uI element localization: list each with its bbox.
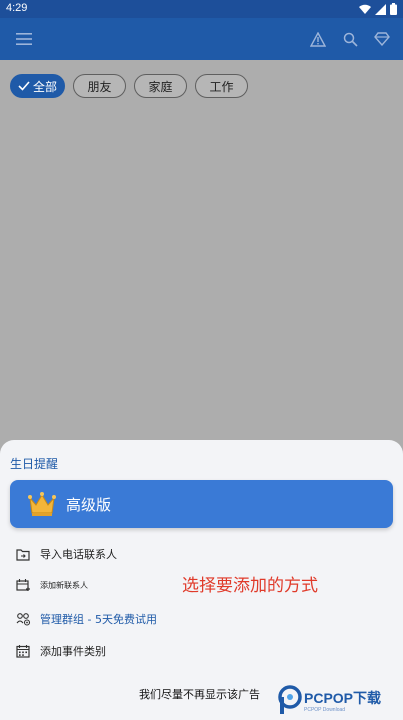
filter-chip-label: 全部: [32, 79, 57, 94]
group-settings-icon: [15, 611, 31, 627]
watermark-text: PCPOP下载: [304, 690, 382, 706]
add-event-category-item[interactable]: 添加事件类别: [10, 637, 393, 665]
calendar-grid-icon: [15, 643, 31, 659]
battery-icon: [390, 3, 397, 18]
filter-chip-label: 工作: [209, 79, 234, 94]
crown-icon: [26, 488, 58, 520]
watermark: PCPOP下载 PCPOP Download: [278, 682, 400, 718]
search-icon[interactable]: [339, 28, 361, 50]
wifi-icon: [359, 4, 371, 18]
screen: 4:29 全部 朋友 家庭 工作 生日提醒 高级版 导入电话联系人 添加新联系人…: [0, 0, 403, 720]
status-time: 4:29: [6, 2, 28, 14]
menu-item-label: 添加事件类别: [40, 645, 106, 658]
manage-groups-item[interactable]: 管理群组 - 5天免费试用: [10, 605, 393, 633]
menu-item-label: 添加新联系人: [40, 580, 88, 590]
menu-item-label: 管理群组 - 5天免费试用: [40, 613, 157, 626]
filter-chip-work[interactable]: 工作: [195, 74, 248, 98]
menu-item-label: 导入电话联系人: [40, 548, 117, 561]
check-icon: [18, 81, 30, 91]
folder-import-icon: [15, 546, 31, 562]
signal-icon: [375, 3, 386, 18]
filter-chip-label: 家庭: [148, 79, 173, 94]
diamond-icon[interactable]: [371, 28, 393, 50]
watermark-subtext: PCPOP Download: [304, 707, 346, 713]
ad-notice[interactable]: 我们尽量不再显示该广告: [139, 686, 260, 702]
filter-chips: 全部 朋友 家庭 工作: [10, 74, 248, 98]
premium-button[interactable]: 高级版: [10, 480, 393, 528]
overlay-caption: 选择要添加的方式: [182, 576, 318, 596]
filter-chip-friends[interactable]: 朋友: [73, 74, 126, 98]
premium-label: 高级版: [66, 496, 112, 514]
menu-icon[interactable]: [13, 28, 35, 50]
import-contacts-item[interactable]: 导入电话联系人: [10, 540, 393, 568]
calendar-add-icon: [15, 577, 31, 593]
app-bar: [0, 18, 403, 60]
status-icons: [359, 3, 397, 18]
sheet-title: 生日提醒: [10, 457, 59, 471]
filter-chip-all[interactable]: 全部: [10, 74, 65, 98]
filter-chip-label: 朋友: [87, 79, 112, 94]
warning-icon[interactable]: [307, 28, 329, 50]
status-bar: 4:29: [0, 0, 403, 18]
filter-chip-family[interactable]: 家庭: [134, 74, 187, 98]
